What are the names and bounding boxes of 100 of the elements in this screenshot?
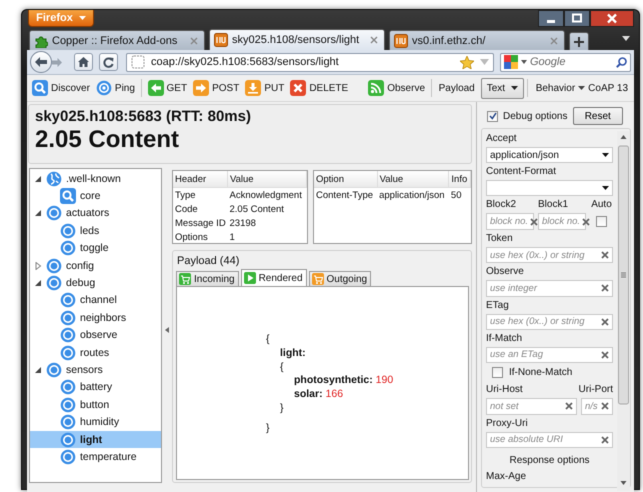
new-tab-button[interactable] xyxy=(569,32,589,50)
select-field[interactable] xyxy=(486,180,613,196)
behavior-menu[interactable]: Behavior xyxy=(532,77,588,99)
table-cell: Content-Type xyxy=(314,188,378,202)
tree-item[interactable]: light xyxy=(30,430,161,448)
resource-icon xyxy=(46,258,62,274)
resource-icon xyxy=(60,222,76,239)
tree-item[interactable]: .well-known xyxy=(30,170,161,188)
dropdown-icon[interactable] xyxy=(521,60,527,64)
tree-item[interactable]: temperature xyxy=(30,448,161,466)
post-button[interactable]: POST xyxy=(190,77,242,99)
input-field[interactable]: use hex (0x..) or string xyxy=(486,314,613,330)
checkbox[interactable] xyxy=(596,216,607,228)
field-label: Uri-Host xyxy=(486,382,524,397)
field-label: Proxy-Uri xyxy=(486,416,529,431)
download-icon xyxy=(245,80,262,96)
tree-item[interactable]: battery xyxy=(30,378,161,396)
clear-icon[interactable] xyxy=(530,218,538,226)
tab-list-icon[interactable] xyxy=(622,36,630,41)
discover-button[interactable]: Discover xyxy=(29,77,93,99)
resource-icon xyxy=(60,344,76,361)
tree-item[interactable]: observe xyxy=(30,326,161,344)
clear-icon[interactable] xyxy=(601,318,609,326)
check-icon xyxy=(488,112,496,120)
tree-item[interactable]: neighbors xyxy=(30,309,161,327)
payload-tab[interactable]: Outgoing xyxy=(308,271,372,286)
tree-item[interactable]: debug xyxy=(30,274,161,292)
tree-item[interactable]: sensors xyxy=(30,361,161,379)
clear-icon[interactable] xyxy=(565,402,573,410)
put-button[interactable]: PUT xyxy=(242,77,288,99)
resource-icon xyxy=(60,327,76,344)
rss-icon xyxy=(368,80,384,96)
table-cell-text: 2.05 Content xyxy=(228,202,285,216)
response-code: 2.05 Content xyxy=(35,126,180,154)
expander-icon[interactable] xyxy=(34,174,42,183)
field-label: ETag xyxy=(486,298,510,313)
clear-icon[interactable] xyxy=(601,350,609,359)
tree-item[interactable]: config xyxy=(30,256,161,274)
close-icon[interactable] xyxy=(590,10,634,27)
tree-item[interactable]: actuators xyxy=(30,204,161,222)
checkbox-label: Debug options xyxy=(503,110,568,122)
tree-item[interactable]: toggle xyxy=(30,240,161,257)
table-cell: Type xyxy=(173,188,228,202)
checkbox[interactable] xyxy=(487,110,498,122)
input-field[interactable]: use an ETag xyxy=(486,346,613,363)
table-cell-text: Code xyxy=(174,202,199,216)
tree-item[interactable]: leds xyxy=(30,222,161,240)
get-button[interactable]: GET xyxy=(144,77,190,99)
reload-button[interactable] xyxy=(99,53,118,71)
tree-item[interactable]: humidity xyxy=(30,413,161,431)
expander-icon[interactable] xyxy=(34,366,42,374)
tree-item[interactable]: button xyxy=(30,396,161,414)
ping-button[interactable]: Ping xyxy=(92,77,138,99)
resource-icon xyxy=(46,275,62,292)
field-label: Uri-Port xyxy=(578,382,613,397)
browser-tab[interactable]: sky025.h108/sensors/light xyxy=(209,29,385,50)
clear-icon[interactable] xyxy=(601,402,609,410)
input-field[interactable]: n/s xyxy=(581,398,613,415)
field-label: Max-Age xyxy=(486,470,528,484)
maximize-icon[interactable] xyxy=(564,10,590,27)
home-button[interactable] xyxy=(74,53,93,71)
puzzle-icon xyxy=(34,34,48,48)
delete-button[interactable]: DELETE xyxy=(287,77,352,99)
input-field[interactable]: use absolute URI xyxy=(486,432,613,448)
resource-icon xyxy=(60,414,76,430)
collapse-arrow-icon[interactable] xyxy=(165,327,169,333)
select-field[interactable]: application/json xyxy=(486,147,613,164)
expander-icon[interactable] xyxy=(34,209,42,218)
clear-icon[interactable] xyxy=(601,284,609,292)
json-brace: { xyxy=(266,333,271,347)
plus-icon xyxy=(574,36,584,46)
page-icon xyxy=(131,55,145,69)
tree-item[interactable]: core xyxy=(30,187,161,205)
input-field[interactable]: use integer xyxy=(486,280,613,297)
target-icon xyxy=(96,80,112,96)
endpoint-title: sky025.h108:5683 (RTT: 80ms) xyxy=(35,108,252,125)
clear-icon[interactable] xyxy=(601,436,609,444)
tree-item[interactable]: channel xyxy=(30,292,161,310)
json-key: solar: xyxy=(294,388,323,400)
search-field[interactable]: Google xyxy=(500,52,631,72)
observe-button[interactable]: Observe xyxy=(365,77,428,99)
payload-tab[interactable]: Incoming xyxy=(176,271,239,286)
address-bar[interactable]: coap://sky025.h108:5683/sensors/light xyxy=(126,52,494,72)
back-button[interactable] xyxy=(30,51,52,73)
format-dropdown[interactable]: Text xyxy=(480,78,524,98)
search-icon xyxy=(60,188,76,204)
reset-button[interactable]: Reset xyxy=(572,107,623,125)
browser-tab[interactable]: Copper :: Firefox Add-ons xyxy=(29,30,205,50)
payload-tab[interactable]: Rendered xyxy=(240,269,306,286)
input-field[interactable]: use hex (0x..) or string xyxy=(486,247,613,264)
search-icon[interactable] xyxy=(616,56,627,68)
tree-item[interactable]: routes xyxy=(30,344,161,362)
checkbox[interactable] xyxy=(492,366,503,378)
input-field[interactable]: not set xyxy=(486,398,577,415)
clear-icon[interactable] xyxy=(601,251,609,260)
clear-icon[interactable] xyxy=(582,218,590,226)
minimize-icon[interactable] xyxy=(538,10,564,27)
browser-tab[interactable]: vs0.inf.ethz.ch/ xyxy=(389,30,565,50)
star-icon[interactable] xyxy=(460,56,474,68)
expander-icon[interactable] xyxy=(34,279,42,288)
